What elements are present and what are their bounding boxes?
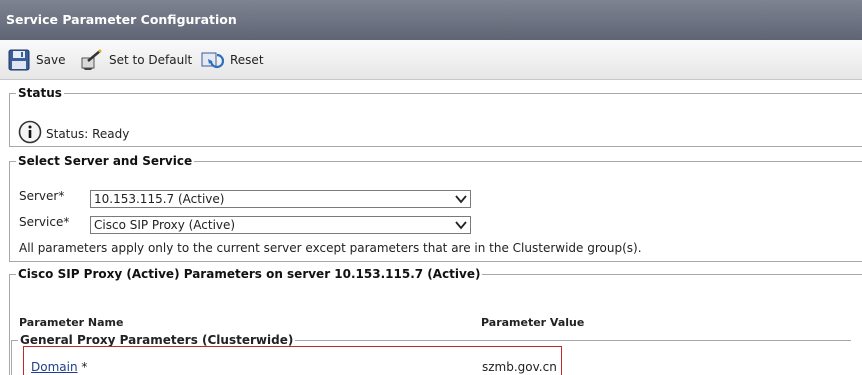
domain-value: szmb.gov.cn: [482, 360, 557, 374]
domain-parameter-link[interactable]: Domain: [31, 360, 78, 374]
chevron-down-icon: [455, 193, 467, 207]
group-legend: General Proxy Parameters (Clusterwide): [20, 333, 294, 347]
chevron-down-icon: [455, 219, 467, 233]
reset-button[interactable]: Reset: [200, 48, 264, 72]
status-legend: Status: [18, 86, 62, 100]
service-select[interactable]: Cisco SIP Proxy (Active): [90, 216, 471, 234]
set-to-default-label: Set to Default: [109, 53, 193, 67]
server-service-section: Select Server and Service Server* 10.153…: [9, 154, 862, 262]
service-select-value: Cisco SIP Proxy (Active): [94, 218, 236, 232]
toolbar: Save Set to Default Reset: [0, 40, 862, 80]
save-label: Save: [36, 53, 66, 67]
status-section: Status Status: Ready: [9, 86, 862, 147]
info-icon: [18, 120, 42, 147]
status-text: Status: Ready: [46, 126, 130, 141]
clusterwide-note: All parameters apply only to the current…: [19, 241, 642, 255]
reset-icon: [200, 49, 224, 71]
required-mark: *: [81, 360, 88, 374]
service-label: Service*: [19, 215, 70, 229]
window-title: Service Parameter Configuration: [0, 0, 862, 40]
required-mark: *: [58, 189, 65, 203]
parameters-legend: Cisco SIP Proxy (Active) Parameters on s…: [18, 267, 481, 281]
save-button[interactable]: Save: [8, 48, 65, 72]
required-mark: *: [63, 215, 70, 229]
reset-label: Reset: [230, 53, 264, 67]
set-to-default-button[interactable]: Set to Default: [79, 48, 192, 72]
server-select[interactable]: 10.153.115.7 (Active): [90, 190, 471, 208]
server-service-legend: Select Server and Service: [18, 154, 193, 168]
server-label: Server*: [19, 189, 65, 203]
parameter-value-header: Parameter Value: [481, 316, 585, 329]
wand-stamp-icon: [79, 49, 103, 71]
parameter-name-header: Parameter Name: [19, 316, 124, 329]
table-row: Domain *: [31, 360, 87, 374]
status-row: Status: Ready: [18, 120, 129, 147]
floppy-disk-icon: [8, 49, 30, 71]
server-select-value: 10.153.115.7 (Active): [94, 192, 225, 206]
